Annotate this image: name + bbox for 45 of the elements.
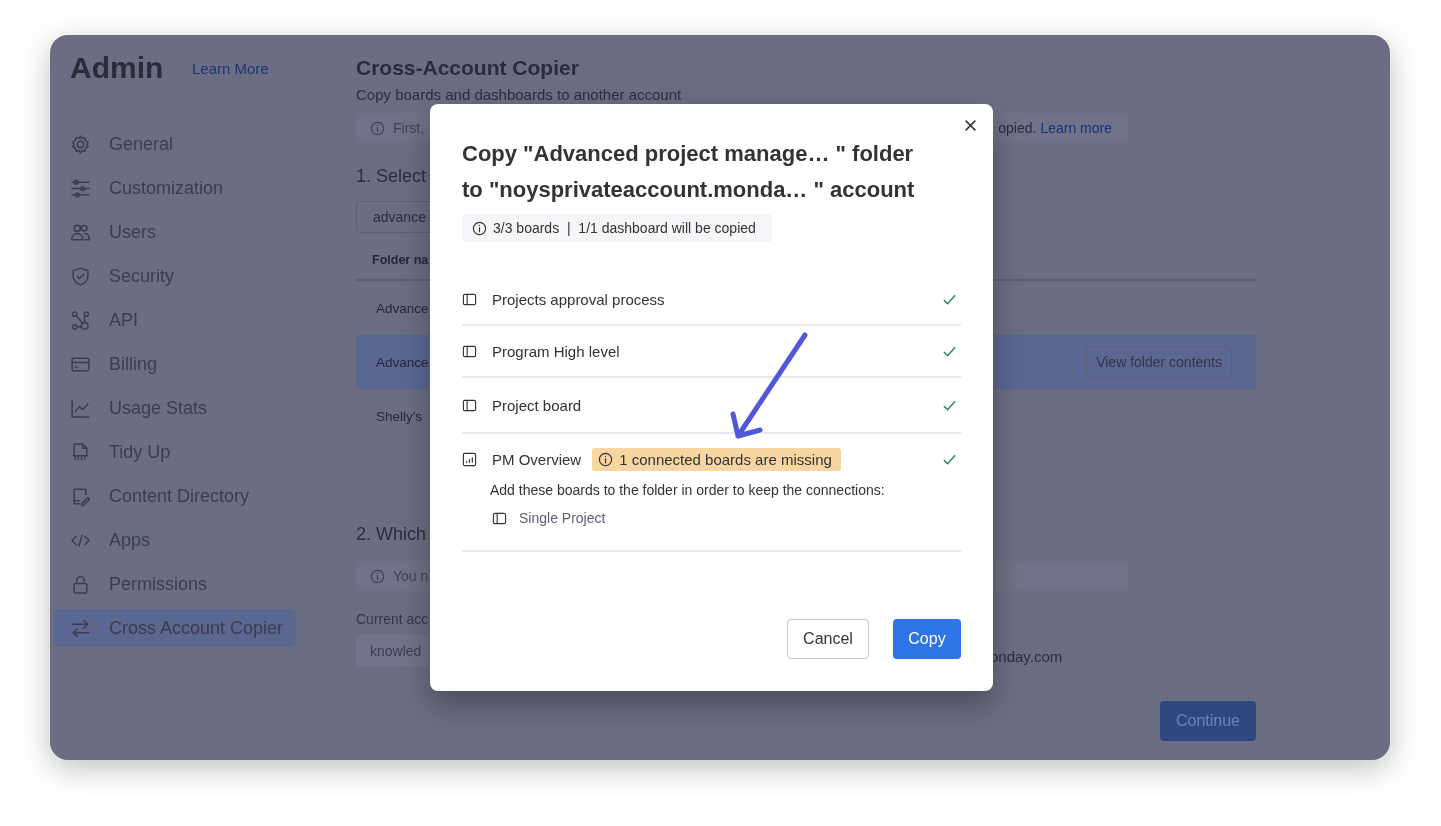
summary-badge: 3/3 boards | 1/1 dashboard will be copied (462, 214, 772, 242)
view-folder-button[interactable]: View folder contents (1086, 346, 1232, 378)
nodes-icon (70, 309, 91, 331)
target-account-text: onday.com (990, 646, 1064, 665)
board-name: Project board (492, 396, 582, 414)
hint-text: Add these boards to the folder in order to keep the connections: (490, 482, 886, 498)
board-icon (462, 397, 477, 413)
cancel-button[interactable]: Cancel (787, 619, 869, 659)
dashboard-icon (462, 451, 477, 467)
copy-button[interactable]: Copy (893, 619, 961, 659)
users-icon (70, 221, 91, 243)
page-subtitle: Copy boards and dashboards to another account (356, 85, 682, 105)
sliders-icon (70, 177, 91, 199)
dialog-title: Copy "Advanced project manage… " folder (462, 140, 915, 168)
learn-more-link[interactable]: Learn More (192, 59, 269, 77)
info-icon (370, 568, 385, 584)
info-icon (370, 120, 385, 136)
sidebar-item[interactable]: Cross Account Copier (54, 609, 296, 647)
continue-button[interactable]: Continue (1160, 701, 1256, 741)
info-icon (472, 220, 487, 236)
shield-icon (70, 265, 91, 287)
board-icon (462, 343, 477, 359)
lock-icon (70, 573, 91, 595)
step-heading: 2. Which (356, 523, 427, 545)
page-title: Cross-Account Copier (356, 55, 579, 81)
admin-title: Admin (70, 51, 165, 85)
document-icon (70, 441, 91, 463)
banner-text: opied. (998, 120, 1037, 136)
warning-badge: 1 connected boards are missing (592, 447, 841, 471)
chart-icon (70, 397, 91, 419)
learn-more-link[interactable]: Learn more (1040, 120, 1112, 136)
step-heading: 1. Select (356, 165, 427, 187)
close-icon[interactable] (964, 119, 977, 132)
swap-arrows-icon (70, 617, 91, 639)
board-name: Projects approval process (492, 290, 665, 308)
table-cell: Advance (376, 354, 429, 370)
gear-icon (70, 133, 91, 155)
board-icon (462, 291, 477, 307)
missing-board-name: Single Project (519, 510, 606, 526)
board-name: Program High level (492, 342, 620, 360)
board-name: PM Overview (492, 450, 582, 468)
board-icon (492, 510, 507, 526)
dialog-title: to "noysprivateaccount.monda… " account (462, 176, 916, 204)
info-icon (598, 451, 614, 467)
document-pen-icon (70, 485, 91, 507)
